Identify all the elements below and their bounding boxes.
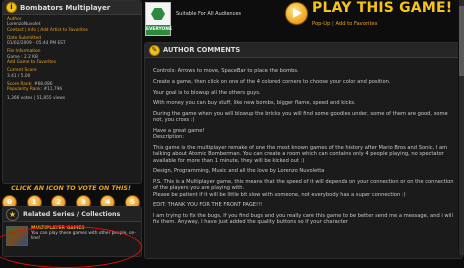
page-scrollbar[interactable]: [458, 0, 464, 255]
rating-hex-icon: [151, 8, 165, 20]
comment-paragraph: During the game when you will blowup the…: [153, 111, 448, 124]
comments-title: AUTHOR COMMENTS: [163, 46, 241, 54]
game-title: Bombators Multiplayer: [20, 3, 111, 12]
related-title: Related Series / Collections: [23, 210, 121, 218]
play-icon[interactable]: [285, 2, 308, 25]
separator: |: [332, 21, 334, 27]
author-comments-panel: ✎ AUTHOR COMMENTS Controls: Arrows to mo…: [144, 42, 463, 259]
play-game-button[interactable]: PLAY THIS GAME!: [312, 0, 452, 16]
esrb-rating-badge: EVERYONE: [145, 2, 172, 36]
vote-heading: CLICK AN ICON TO VOTE ON THIS!: [11, 185, 131, 192]
comment-paragraph: Create a game, then click on one of the …: [153, 78, 391, 85]
comment-paragraph: Your goal is to blowup all the others gu…: [153, 89, 261, 96]
rating-label: EVERYONE: [146, 25, 172, 35]
game-info-header: i Bombators Multiplayer: [3, 1, 141, 15]
comments-body: Controls: Arrows to move, SpaceBar to pl…: [145, 58, 462, 226]
comment-coin-icon: ✎: [149, 44, 160, 56]
vote-view-stats: 1,366 votes | 51,855 views: [7, 95, 66, 101]
scrollbar-thumb[interactable]: [459, 6, 464, 76]
pop-rank-value: #11,796: [43, 87, 63, 93]
left-column: i Bombators Multiplayer Author LorenzoNu…: [0, 0, 142, 268]
related-item-desc: You can play these games with other peop…: [31, 231, 136, 242]
comment-paragraph: Controls: Arrows to move, SpaceBar to pl…: [153, 68, 299, 74]
comment-paragraph: With money you can buy stuff, like new b…: [153, 100, 356, 107]
game-header-row: EVERYONE Suitable For All Audiences PLAY…: [142, 0, 464, 40]
related-panel: ★ Related Series / Collections MULTIPLAY…: [2, 206, 142, 257]
related-header: ★ Related Series / Collections: [3, 207, 141, 222]
comment-paragraph: Description:: [153, 134, 185, 141]
comments-header: ✎ AUTHOR COMMENTS: [145, 43, 462, 58]
comment-paragraph: Please be patient if it will be little b…: [153, 191, 406, 198]
popup-link[interactable]: Pop-Up: [312, 21, 330, 27]
suitable-text: Suitable For All Audiences: [176, 11, 242, 17]
comment-paragraph: I am trying to fix the bugs, if you find…: [153, 213, 453, 226]
related-thumbnail[interactable]: [6, 226, 28, 246]
star-icon: ★: [6, 207, 19, 221]
related-item[interactable]: MULTIPLAYER GAMES You can play these gam…: [3, 222, 141, 250]
comment-paragraph: EDIT: THANK YOU FOR THE FRONT PAGE!!!: [153, 202, 263, 209]
comment-paragraph: P.S. This is a Multiplayer game, this me…: [153, 179, 454, 192]
game-info-body: Author LorenzoNuvolet Contact | Info | A…: [3, 15, 141, 103]
pop-rank-label: Popularity Rank:: [7, 87, 43, 93]
play-options: Pop-Up | Add to Favorites: [312, 21, 377, 27]
comment-paragraph: Design, Programming, Music and all the l…: [153, 168, 325, 175]
coin-icon: i: [6, 2, 17, 13]
game-info-panel: i Bombators Multiplayer Author LorenzoNu…: [2, 0, 142, 184]
comment-paragraph: This game is the multiplayer remake of o…: [153, 145, 448, 164]
add-favorites-link[interactable]: Add to Favorites: [335, 21, 377, 27]
